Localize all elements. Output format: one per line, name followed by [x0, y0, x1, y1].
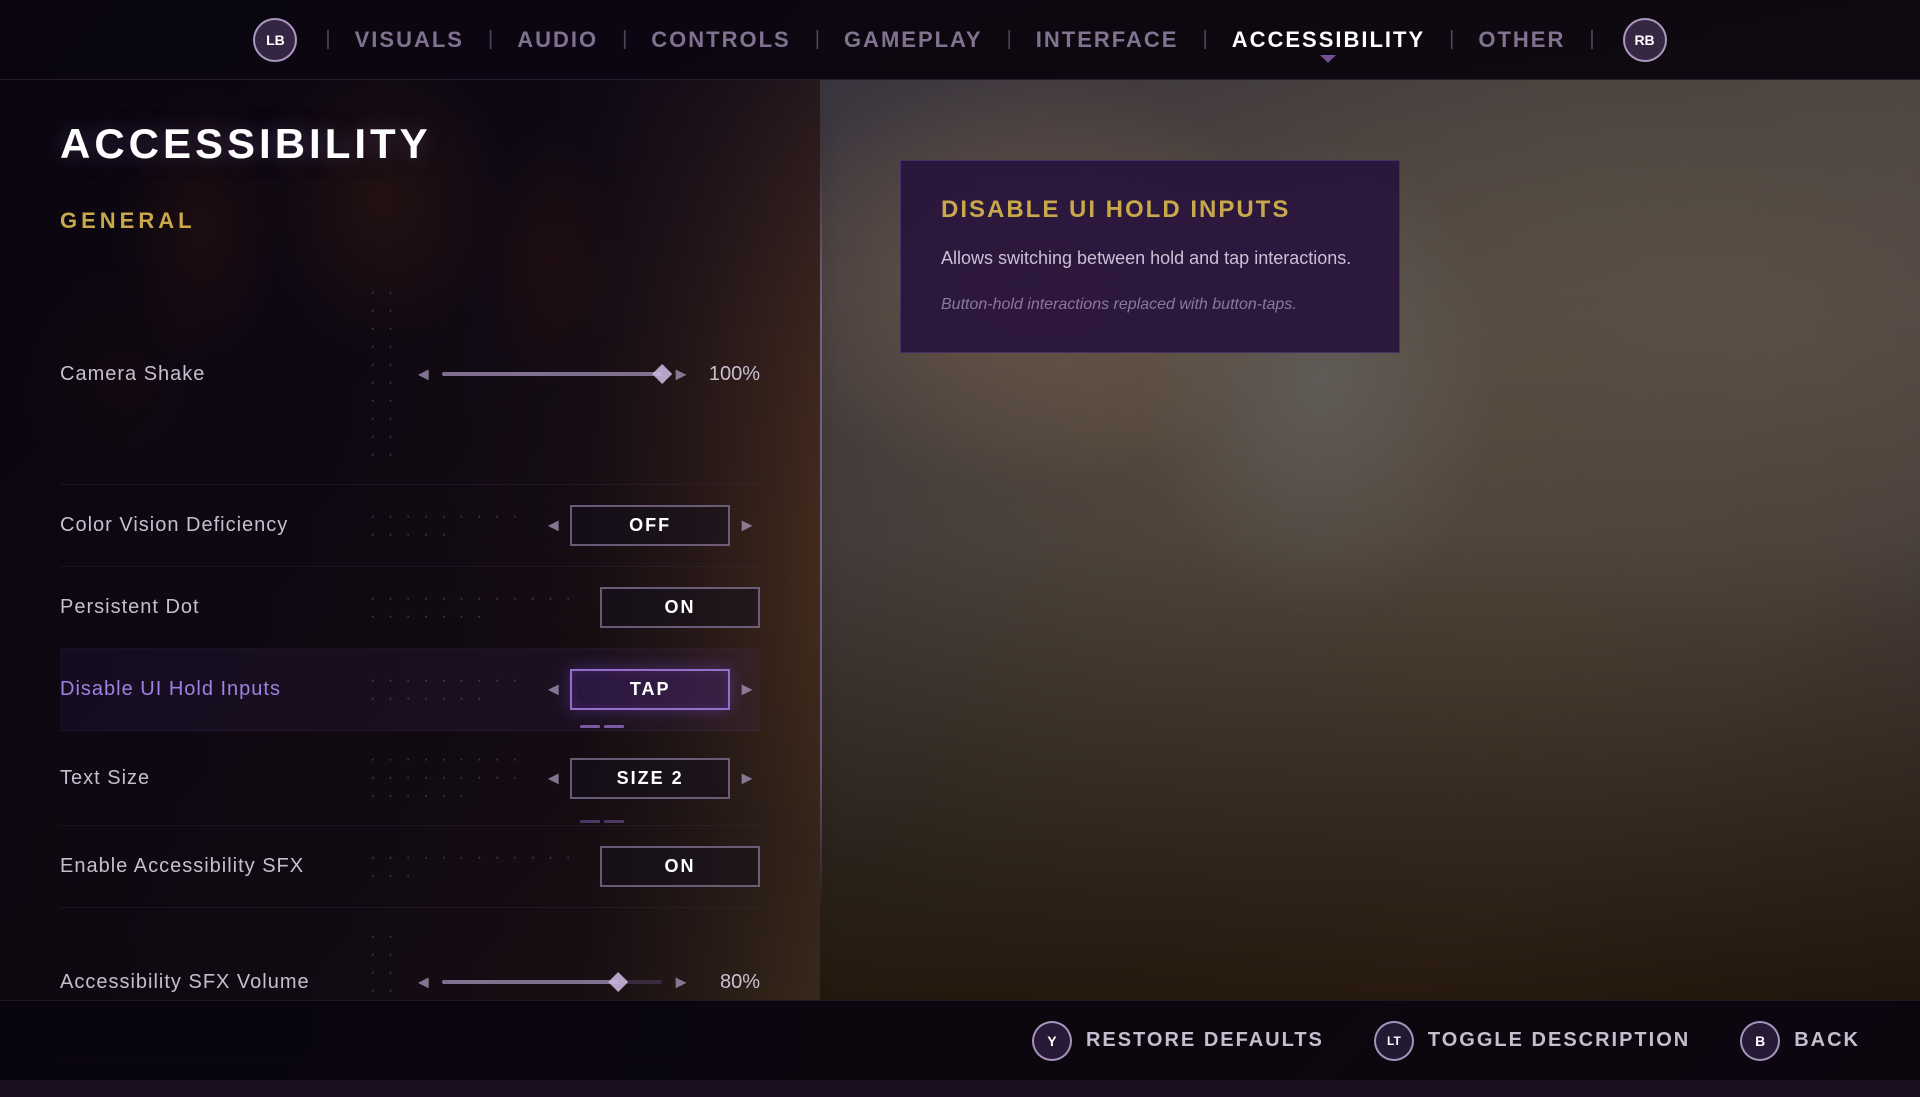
- highlight-dot-2: [604, 725, 624, 728]
- desc-body: Allows switching between hold and tap in…: [941, 244, 1359, 273]
- sfx-volume-value: 80%: [700, 971, 760, 994]
- disable-ui-hold-dots: · · · · · · · · · · · · · · · ·: [370, 672, 530, 708]
- color-vision-left-arrow: ◄: [540, 515, 566, 536]
- camera-shake-track: [442, 372, 662, 376]
- panel-divider: [820, 160, 822, 910]
- text-size-control[interactable]: ◄ SIZE 2 ►: [540, 758, 760, 799]
- y-button: Y: [1032, 1021, 1072, 1061]
- bottom-bar: Y RESTORE DEFAULTS LT TOGGLE DESCRIPTION…: [0, 1000, 1920, 1080]
- text-size-left-arrow: ◄: [540, 768, 566, 789]
- camera-shake-value: 100%: [700, 363, 760, 386]
- lt-button: LT: [1374, 1021, 1414, 1061]
- restore-defaults-action[interactable]: Y RESTORE DEFAULTS: [1032, 1021, 1324, 1061]
- back-action[interactable]: B BACK: [1740, 1021, 1860, 1061]
- sfx-volume-fill: [442, 980, 618, 984]
- sfx-volume-control[interactable]: ◄ ► 80%: [414, 971, 760, 994]
- restore-defaults-label: RESTORE DEFAULTS: [1086, 1029, 1324, 1052]
- main-content: ACCESSIBILITY GENERAL Camera Shake · · ·…: [0, 80, 820, 1097]
- rb-button[interactable]: RB: [1623, 18, 1667, 62]
- nav-item-visuals[interactable]: VISUALS: [339, 19, 480, 61]
- toggle-description-label: TOGGLE DESCRIPTION: [1428, 1029, 1690, 1052]
- accessibility-sfx-control[interactable]: ON: [600, 846, 760, 887]
- setting-row-accessibility-sfx[interactable]: Enable Accessibility SFX · · · · · · · ·…: [60, 826, 760, 908]
- color-vision-right-arrow: ►: [734, 515, 760, 536]
- text-size-dot-2: [604, 820, 624, 823]
- desc-title: DISABLE UI HOLD INPUTS: [941, 196, 1359, 224]
- sfx-volume-right-arrow: ►: [672, 972, 690, 993]
- camera-shake-control[interactable]: ◄ ► 100%: [414, 363, 760, 386]
- toggle-description-action[interactable]: LT TOGGLE DESCRIPTION: [1374, 1021, 1690, 1061]
- camera-shake-left-arrow: ◄: [414, 364, 432, 385]
- text-size-dot-1: [580, 820, 600, 823]
- nav-sep-4: |: [815, 28, 820, 51]
- persistent-dot-control[interactable]: ON: [600, 587, 760, 628]
- nav-item-accessibility[interactable]: ACCESSIBILITY: [1216, 19, 1441, 61]
- nav-sep-7: |: [1449, 28, 1454, 51]
- camera-shake-dots: · · · · · · · · · · · · · · · · · · · ·: [370, 284, 404, 464]
- accessibility-sfx-label: Enable Accessibility SFX: [60, 855, 360, 878]
- nav-sep-2: |: [488, 28, 493, 51]
- disable-ui-hold-left-arrow: ◄: [540, 679, 566, 700]
- nav-item-controls[interactable]: CONTROLS: [635, 19, 806, 61]
- camera-shake-right-arrow: ►: [672, 364, 690, 385]
- description-panel: DISABLE UI HOLD INPUTS Allows switching …: [900, 160, 1400, 353]
- accessibility-sfx-dots: · · · · · · · · · · · · · · ·: [370, 849, 590, 885]
- nav-item-audio[interactable]: AUDIO: [501, 19, 614, 61]
- sfx-volume-thumb: [608, 972, 628, 992]
- disable-ui-hold-control[interactable]: ◄ TAP ►: [540, 669, 760, 710]
- persistent-dot-dots: · · · · · · · · · · · · · · · · · · ·: [370, 590, 590, 626]
- desc-note: Button-hold interactions replaced with b…: [941, 293, 1359, 317]
- setting-row-persistent-dot[interactable]: Persistent Dot · · · · · · · · · · · · ·…: [60, 567, 760, 649]
- camera-shake-thumb: [652, 364, 672, 384]
- color-vision-control[interactable]: ◄ OFF ►: [540, 505, 760, 546]
- nav-sep-6: |: [1202, 28, 1207, 51]
- nav-item-other[interactable]: OTHER: [1462, 19, 1581, 61]
- setting-row-color-vision[interactable]: Color Vision Deficiency · · · · · · · · …: [60, 485, 760, 567]
- persistent-dot-label: Persistent Dot: [60, 596, 360, 619]
- setting-row-disable-ui-hold[interactable]: Disable UI Hold Inputs · · · · · · · · ·…: [60, 649, 760, 731]
- sfx-volume-track: [442, 980, 662, 984]
- text-size-value: SIZE 2: [570, 758, 730, 799]
- text-size-right-arrow: ►: [734, 768, 760, 789]
- text-size-dots: · · · · · · · · · · · · · · · · · · · · …: [370, 751, 530, 805]
- persistent-dot-value: ON: [600, 587, 760, 628]
- sfx-volume-label: Accessibility SFX Volume: [60, 971, 360, 994]
- setting-row-camera-shake[interactable]: Camera Shake · · · · · · · · · · · · · ·…: [60, 264, 760, 485]
- nav-sep-5: |: [1007, 28, 1012, 51]
- disable-ui-hold-label: Disable UI Hold Inputs: [60, 678, 360, 701]
- color-vision-value: OFF: [570, 505, 730, 546]
- disable-ui-hold-value: TAP: [570, 669, 730, 710]
- back-label: BACK: [1794, 1029, 1860, 1052]
- text-size-label: Text Size: [60, 767, 360, 790]
- accessibility-sfx-value: ON: [600, 846, 760, 887]
- page-title: ACCESSIBILITY: [60, 120, 760, 168]
- setting-row-text-size[interactable]: Text Size · · · · · · · · · · · · · · · …: [60, 731, 760, 826]
- b-button: B: [1740, 1021, 1780, 1061]
- highlight-dot-1: [580, 725, 600, 728]
- nav-item-gameplay[interactable]: GAMEPLAY: [828, 19, 999, 61]
- section-general-title: GENERAL: [60, 208, 760, 234]
- color-vision-label: Color Vision Deficiency: [60, 514, 360, 537]
- color-vision-dots: · · · · · · · · · · · · · ·: [370, 508, 530, 544]
- top-nav: LB | VISUALS | AUDIO | CONTROLS | GAMEPL…: [0, 0, 1920, 80]
- settings-list: Camera Shake · · · · · · · · · · · · · ·…: [60, 264, 760, 1057]
- nav-item-interface[interactable]: INTERFACE: [1020, 19, 1195, 61]
- nav-sep-8: |: [1589, 28, 1594, 51]
- camera-shake-fill: [442, 372, 662, 376]
- active-row-highlight: [580, 725, 624, 728]
- nav-sep-1: |: [325, 28, 330, 51]
- lb-button[interactable]: LB: [253, 18, 297, 62]
- disable-ui-hold-right-arrow: ►: [734, 679, 760, 700]
- camera-shake-label: Camera Shake: [60, 363, 360, 386]
- sfx-volume-left-arrow: ◄: [414, 972, 432, 993]
- nav-sep-3: |: [622, 28, 627, 51]
